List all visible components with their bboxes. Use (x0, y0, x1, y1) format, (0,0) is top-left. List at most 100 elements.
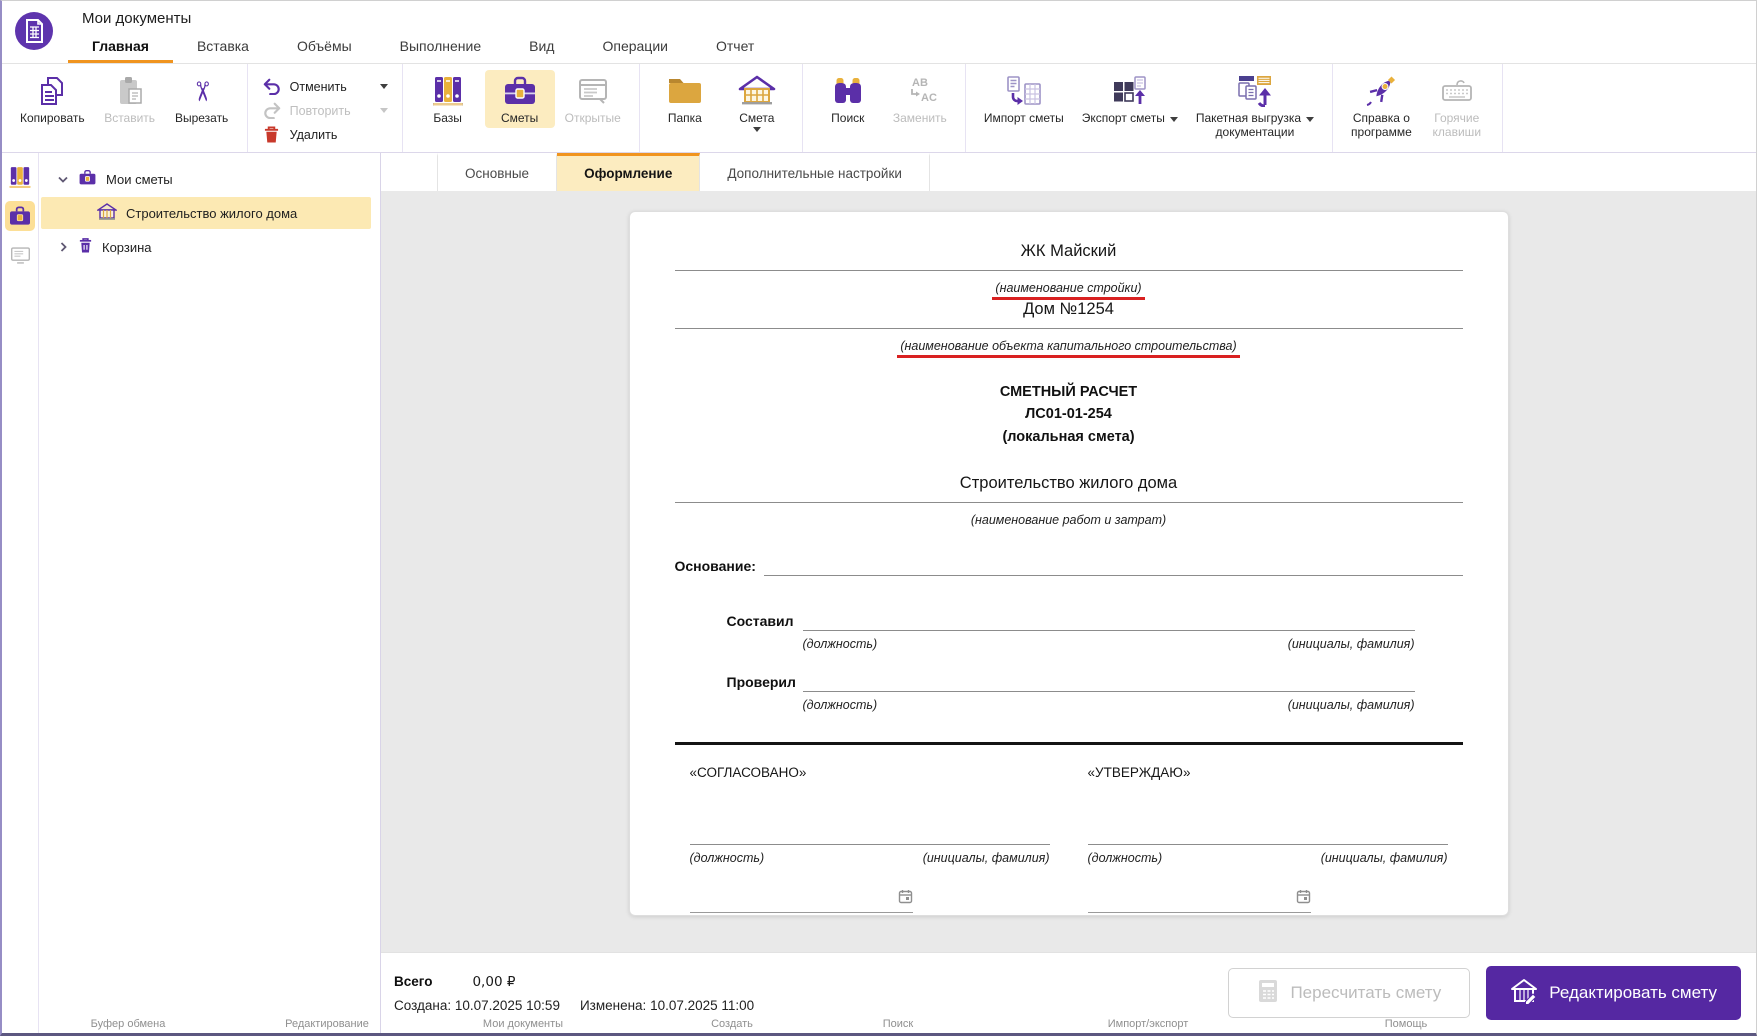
agreed-date-field[interactable] (690, 889, 913, 913)
group-help: Справка о программе Горячие клавиши (1333, 64, 1503, 152)
app-header: Мои документы Главная Вставка Объёмы Вып… (2, 1, 1756, 64)
tab-operacii[interactable]: Операции (578, 32, 692, 63)
strip-estimates-button[interactable] (5, 201, 35, 231)
sidebar-icon-strip (2, 153, 39, 1033)
tab-dop-nastroyki[interactable]: Дополнительные настройки (700, 153, 930, 191)
group-label-help: Помощь (1318, 1018, 1494, 1030)
chevron-down-icon[interactable] (380, 84, 388, 89)
group-my-documents: Базы Сметы (403, 64, 640, 152)
tab-otchet[interactable]: Отчет (692, 32, 778, 63)
basis-input-line[interactable] (764, 555, 1463, 576)
rocket-icon (1364, 73, 1398, 109)
tree-item-construction[interactable]: Строительство жилого дома (41, 197, 371, 229)
replace-button: AB AC Заменить (885, 70, 955, 128)
binoculars-icon (832, 73, 864, 109)
checked-label: Проверил (727, 674, 793, 692)
tab-vid[interactable]: Вид (505, 32, 578, 63)
initials-caption: (инициалы, фамилия) (1288, 637, 1415, 651)
approved-label: «УТВЕРЖДАЮ» (1088, 765, 1448, 780)
approved-signature-line[interactable] (1088, 826, 1448, 845)
composed-row: Составил (727, 610, 1415, 631)
bases-binders-icon (431, 73, 465, 109)
basis-row: Основание: (675, 555, 1463, 576)
group-label-editing: Редактирование (254, 1018, 400, 1030)
export-icon (1111, 73, 1149, 109)
tab-glavnaya[interactable]: Главная (68, 32, 173, 63)
strip-bases-button[interactable] (5, 162, 35, 192)
position-caption: (должность) (803, 698, 878, 712)
about-button[interactable]: Справка о программе (1343, 70, 1420, 143)
chevron-down-icon[interactable] (57, 176, 69, 183)
agreed-signature-line[interactable] (690, 826, 1050, 845)
svg-text:AC: AC (921, 92, 937, 104)
search-button[interactable]: Поиск (813, 70, 883, 128)
svg-text:AB: AB (912, 77, 928, 89)
group-label-mydocs: Мои документы (400, 1018, 646, 1030)
cut-button[interactable]: ✂ Вырезать (167, 70, 237, 128)
checked-captions: (должность) (инициалы, фамилия) (803, 698, 1415, 712)
chevron-down-icon[interactable] (753, 127, 761, 132)
estimate-title: СМЕТНЫЙ РАСЧЕТ (675, 381, 1463, 403)
import-icon (1005, 73, 1043, 109)
tab-vstavka[interactable]: Вставка (173, 32, 273, 63)
export-estimate-button[interactable]: Экспорт сметы (1074, 70, 1186, 128)
chevron-down-icon[interactable] (1306, 111, 1314, 125)
calendar-icon[interactable] (898, 889, 913, 909)
initials-caption: (инициалы, фамилия) (1321, 851, 1448, 865)
estimate-number: ЛС01-01-254 (675, 403, 1463, 425)
cut-icon: ✂ (190, 73, 213, 109)
works-name-field[interactable]: Строительство жилого дома (675, 474, 1463, 503)
tree-item-trash[interactable]: Корзина (41, 231, 371, 263)
total-value: 0,00 ₽ (472, 974, 515, 990)
tree-item-my-estimates[interactable]: Мои сметы (41, 163, 371, 195)
house-icon (97, 203, 117, 224)
strip-opened-button[interactable] (5, 240, 35, 270)
app-logo-icon (14, 11, 54, 56)
initials-caption: (инициалы, фамилия) (1288, 698, 1415, 712)
bases-button[interactable]: Базы (413, 70, 483, 128)
main-panel: Основные Оформление Дополнительные настр… (381, 153, 1756, 1033)
initials-caption: (инициалы, фамилия) (923, 851, 1050, 865)
chevron-down-icon[interactable] (1170, 111, 1178, 125)
delete-button[interactable]: Удалить (262, 126, 388, 143)
tab-vypolnenie[interactable]: Выполнение (376, 32, 505, 63)
tab-oformlenie[interactable]: Оформление (557, 153, 700, 191)
checked-input-line[interactable] (803, 671, 1415, 692)
estimates-button[interactable]: Сметы (485, 70, 555, 128)
composed-input-line[interactable] (803, 610, 1415, 631)
document-canvas: ЖК Майский (наименование стройки) Дом №1… (381, 191, 1756, 952)
group-editing: Отменить Повторить (248, 64, 403, 152)
group-search: Поиск AB AC Заменить (803, 64, 966, 152)
section-divider (675, 742, 1463, 745)
tab-osnovnye[interactable]: Основные (437, 153, 557, 191)
position-caption: (должность) (1088, 851, 1163, 865)
create-folder-button[interactable]: Папка (650, 70, 720, 128)
object-name-field[interactable]: Дом №1254 (675, 300, 1463, 329)
agreed-captions: (должность) (инициалы, фамилия) (690, 851, 1050, 865)
group-create: Папка Смета (640, 64, 803, 152)
approval-columns: «СОГЛАСОВАНО» (должность) (инициалы, фам… (675, 765, 1463, 913)
tab-obyomy[interactable]: Объёмы (273, 32, 376, 63)
total-label: Всего (394, 974, 432, 989)
redo-icon (262, 102, 282, 119)
chevron-right-icon[interactable] (57, 242, 69, 252)
chevron-down-icon (380, 108, 388, 113)
undo-icon (262, 78, 282, 95)
create-estimate-button[interactable]: Смета (722, 70, 792, 135)
approved-column: «УТВЕРЖДАЮ» (должность) (инициалы, фамил… (1088, 765, 1448, 913)
object-caption: (наименование объекта капитального строи… (675, 337, 1463, 355)
import-estimate-button[interactable]: Импорт сметы (976, 70, 1072, 128)
calendar-icon[interactable] (1296, 889, 1311, 909)
edit-estimate-button[interactable]: Редактировать смету (1486, 966, 1741, 1020)
approved-date-field[interactable] (1088, 889, 1311, 913)
copy-button[interactable]: Копировать (12, 70, 93, 128)
batch-export-button[interactable]: Пакетная выгрузка документации (1188, 70, 1322, 143)
composed-label: Составил (727, 613, 793, 631)
house-frame-icon (738, 73, 776, 109)
construction-name-field[interactable]: ЖК Майский (675, 242, 1463, 271)
modified-timestamp: Изменена: 10.07.2025 11:00 (580, 998, 754, 1013)
folder-icon (667, 73, 703, 109)
ribbon-tab-bar: Главная Вставка Объёмы Выполнение Вид Оп… (68, 32, 778, 63)
dates-row: Создана: 10.07.2025 10:59 Изменена: 10.0… (394, 998, 754, 1013)
undo-button[interactable]: Отменить (262, 78, 388, 95)
